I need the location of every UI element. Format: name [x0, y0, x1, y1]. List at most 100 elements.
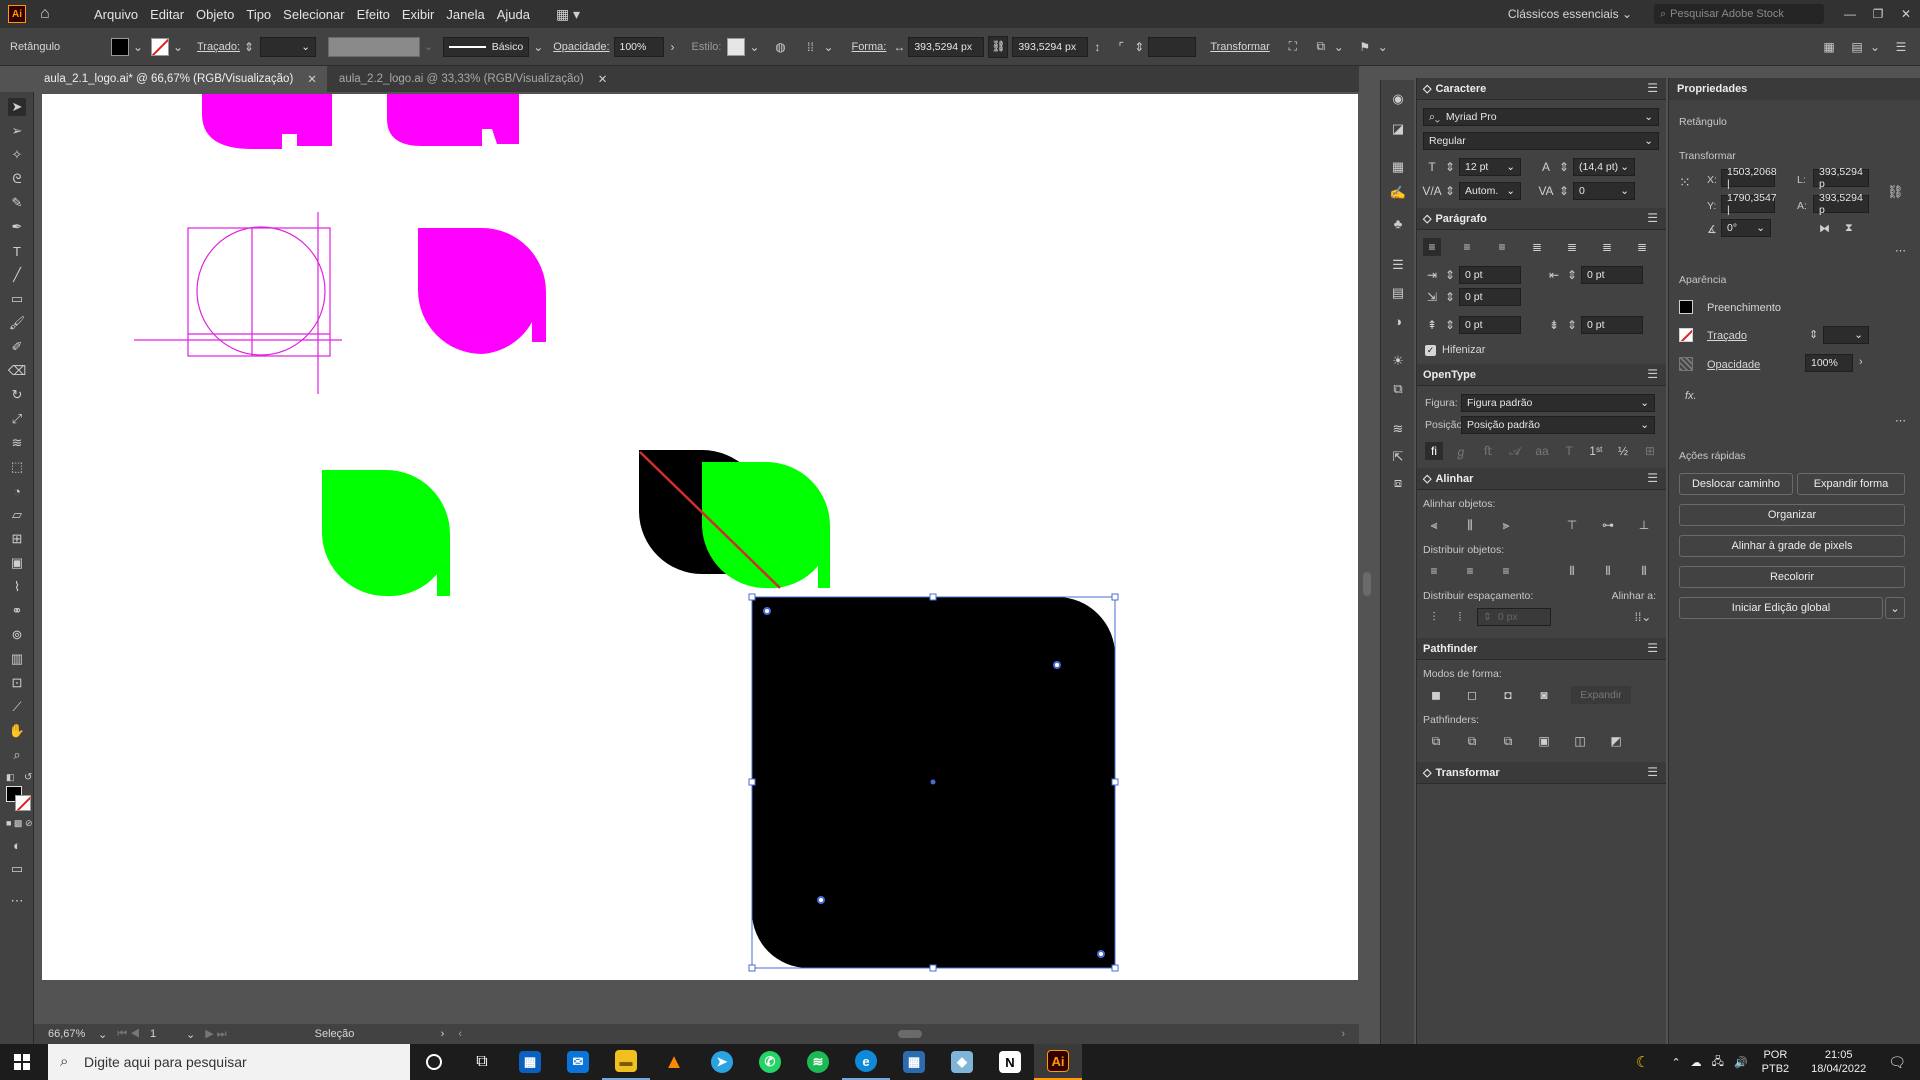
paragraph-panel-header[interactable]: ◇ Parágrafo ☰	[1417, 208, 1666, 230]
graphic-styles-icon[interactable]: ⧉	[1389, 380, 1407, 398]
start-global-edit-button[interactable]: Iniciar Edição global	[1679, 597, 1883, 619]
fx-button[interactable]: fx.	[1685, 390, 1697, 402]
minus-front-icon[interactable]: ◻	[1463, 686, 1481, 704]
close-window-icon[interactable]: ✕	[1892, 7, 1920, 21]
transform-link[interactable]: Transformar	[1210, 41, 1270, 53]
scroll-right-icon[interactable]: ›	[1341, 1028, 1345, 1040]
pathfinder-panel-header[interactable]: Pathfinder ☰	[1417, 638, 1666, 660]
align-dropdown-icon[interactable]: ⌄	[819, 38, 837, 56]
rectangle-tool-icon[interactable]: ▭	[8, 290, 26, 308]
left-indent-stepper[interactable]: ⇕	[1441, 266, 1459, 284]
scroll-left-icon[interactable]: ‹	[458, 1028, 462, 1040]
artboards-icon[interactable]: ⧈	[1389, 474, 1407, 492]
last-artboard-icon[interactable]: ▶ ⏭	[205, 1027, 226, 1041]
graphic-style-swatch[interactable]	[727, 37, 746, 56]
cortana-icon[interactable]	[410, 1044, 458, 1080]
vlc-icon[interactable]: ▲	[650, 1044, 698, 1080]
expand-shape-button[interactable]: Expandir forma	[1797, 473, 1905, 495]
offset-path-button[interactable]: Deslocar caminho	[1679, 473, 1793, 495]
corner-type-icon[interactable]: ⌜	[1112, 38, 1130, 56]
distribute-left-icon[interactable]: ⦀	[1563, 562, 1581, 580]
menu-arquivo[interactable]: Arquivo	[94, 7, 138, 22]
tile-dropdown-icon[interactable]: ⌄	[1866, 38, 1884, 56]
opacity-field-prop[interactable]: 100%	[1805, 354, 1853, 372]
magic-wand-icon[interactable]: ✧	[8, 146, 26, 164]
gradient-panel-icon[interactable]: ▤	[1389, 284, 1407, 302]
figure-dropdown[interactable]: Figura padrão ⌄	[1461, 394, 1655, 412]
justify-left-icon[interactable]: ≣	[1528, 238, 1546, 256]
justify-right-icon[interactable]: ≣	[1598, 238, 1616, 256]
network-icon[interactable]: 🖧	[1712, 1053, 1724, 1072]
brush-definition[interactable]: Básico	[443, 36, 530, 57]
artboard[interactable]	[42, 94, 1358, 980]
minimize-icon[interactable]: —	[1836, 7, 1864, 21]
horizontal-distribute-space-icon[interactable]: ⦙	[1451, 608, 1469, 626]
stroke-panel-icon[interactable]: ☰	[1389, 256, 1407, 274]
stroke-weight-field[interactable]: ⌄	[260, 36, 317, 57]
color-guide-icon[interactable]: ◉	[1389, 90, 1407, 108]
color-mode-icon[interactable]: ■ ▩ ⊘	[6, 818, 32, 829]
width-field[interactable]: 393,5294 px	[908, 36, 985, 57]
horizontal-scroll-thumb[interactable]	[897, 1030, 922, 1038]
minus-back-icon[interactable]: ◩	[1607, 732, 1625, 750]
notion-icon[interactable]: N	[986, 1044, 1034, 1080]
align-center-icon[interactable]: ≡	[1458, 238, 1476, 256]
panel-menu-icon[interactable]: ☰	[1647, 367, 1658, 381]
eraser-icon[interactable]: ⌫	[8, 362, 26, 380]
align-right-edges-icon[interactable]: ⫸	[1497, 516, 1515, 534]
control-menu-icon[interactable]: ☰	[1892, 38, 1910, 56]
menu-objeto[interactable]: Objeto	[196, 7, 234, 22]
left-indent-field[interactable]: 0 pt	[1459, 266, 1521, 284]
swatches-icon[interactable]: ▦	[1389, 158, 1407, 176]
merge-icon[interactable]: ⧉	[1499, 732, 1517, 750]
default-colors-icon[interactable]: ◧	[6, 772, 16, 782]
scale-tool-icon[interactable]: ⤢	[8, 410, 26, 428]
stylistic-alternates-icon[interactable]: aa	[1533, 442, 1551, 460]
kerning-field[interactable]: Autom. ⌄	[1459, 182, 1521, 200]
home-icon[interactable]: ⌂	[40, 6, 58, 22]
clock[interactable]: 21:05 18/04/2022	[1811, 1048, 1866, 1076]
ordinals-icon[interactable]: 1ˢᵗ	[1587, 442, 1605, 460]
lasso-icon[interactable]: ᘓ	[8, 170, 26, 188]
align-bottom-edges-icon[interactable]: ⊥	[1635, 516, 1653, 534]
stroke-label[interactable]: Traçado:	[197, 41, 240, 53]
tab-aula-2-2[interactable]: aula_2.2_logo.ai @ 33,33% (RGB/Visualiza…	[328, 66, 618, 92]
opacity-label-prop[interactable]: Opacidade	[1707, 359, 1760, 371]
night-light-icon[interactable]: ☾	[1636, 1053, 1649, 1071]
opacity-expand-icon[interactable]: ›	[664, 38, 682, 56]
selection-tool-icon[interactable]: ➤	[8, 98, 26, 116]
font-size-stepper[interactable]: ⇕	[1441, 158, 1459, 176]
panel-menu-icon[interactable]: ☰	[1647, 81, 1658, 95]
font-size-field[interactable]: 12 pt ⌄	[1459, 158, 1521, 176]
panel-menu-icon[interactable]: ☰	[1647, 471, 1658, 485]
ligatures-icon[interactable]: ﬁ	[1425, 442, 1443, 460]
first-line-indent-field[interactable]: 0 pt	[1459, 288, 1521, 306]
outline-icon[interactable]: ◫	[1571, 732, 1589, 750]
intersect-icon[interactable]: ◘	[1499, 686, 1517, 704]
swap-colors-icon[interactable]: ↺	[24, 772, 32, 783]
notes-app-icon[interactable]: ◆	[938, 1044, 986, 1080]
stroke-weight-stepper-prop[interactable]: ⇕	[1809, 328, 1818, 341]
first-line-indent-stepper[interactable]: ⇕	[1441, 288, 1459, 306]
spotify-icon[interactable]: ≋	[794, 1044, 842, 1080]
workspace-switcher[interactable]: Clássicos essenciais ⌄	[1508, 7, 1632, 21]
first-artboard-icon[interactable]: ⏮ ◀	[117, 1028, 140, 1041]
zoom-level[interactable]: 66,67%	[48, 1028, 94, 1040]
corner-radius-stepper[interactable]: ⇕	[1130, 38, 1148, 56]
font-style-field[interactable]: Regular ⌄	[1423, 132, 1659, 150]
scroll-thumb-v[interactable]	[1363, 572, 1371, 596]
recolor-artwork-icon[interactable]: ◍	[771, 38, 789, 56]
h-field[interactable]: 393,5294 p	[1813, 192, 1869, 216]
distribute-vcenter-icon[interactable]: ≡	[1461, 562, 1479, 580]
properties-header[interactable]: Propriedades	[1669, 78, 1920, 100]
artwork[interactable]	[42, 94, 1358, 980]
screen-mode-icon[interactable]: ▭	[8, 860, 26, 878]
paintbrush-icon[interactable]: 🖌	[8, 314, 26, 332]
constrain-proportions-icon[interactable]: ⛓	[988, 35, 1009, 58]
space-before-stepper[interactable]: ⇕	[1441, 316, 1459, 334]
variable-width-profile[interactable]	[328, 36, 421, 57]
titling-alternates-icon[interactable]: T	[1560, 442, 1578, 460]
arrange-icon[interactable]: ⧉	[1312, 38, 1330, 56]
symbols-icon[interactable]: ♣	[1389, 214, 1407, 232]
fill-swatch-prop[interactable]	[1679, 300, 1693, 314]
